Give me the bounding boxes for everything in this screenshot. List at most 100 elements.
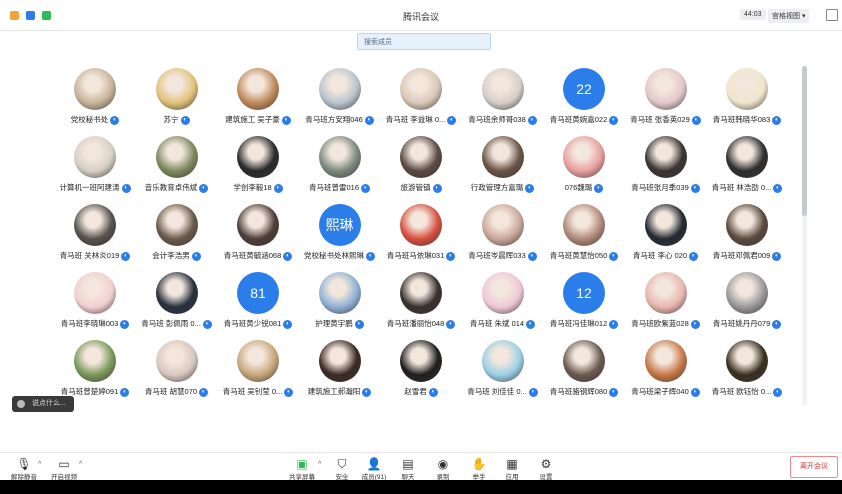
participant-name-row: 青马班 林浩劭 0... ◐ [696,182,794,194]
avatar [155,204,198,246]
participant-tile[interactable]: 青马班 李心 020 ◐ [625,202,707,270]
participant-tile[interactable]: 青马班邓佩君009 ◐ [706,202,788,270]
window-title: 腾讯会议 [402,12,439,22]
participant-tile[interactable]: 12 青马班冯佳琳012 ◐ [543,270,625,338]
participant-tile[interactable]: 旅游管镇 ◐ [380,134,462,202]
avatar [237,68,279,110]
participant-tile[interactable]: 青马班 张香英029 ◐ [625,66,707,134]
participant-name: 青马班潘丽怡048 [386,319,445,328]
participant-tile[interactable]: 学创李毅18 ◐ [217,134,299,202]
participant-name: 青马班方安翔046 [305,115,363,124]
participant-grid: 党校秘书处 ◐ 苏宁 ◐ 建筑施工 吴子豪 ◐ 青马班方安翔046 ◐ 青马班 李益琳 0...… [54,66,794,411]
fullscreen-icon[interactable] [826,9,838,21]
participant-name: 青马班 李心 020 [632,251,688,260]
participant-tile[interactable]: 076魏璐 ◐ [543,134,625,202]
participant-tile[interactable]: 青马班 刘佳佳 0... ◐ [462,338,544,406]
participant-name: 旅游管镇 [400,183,431,192]
participant-tile[interactable]: 会计李浩男 ◐ [136,202,218,270]
member-search-input[interactable]: 搜索成员 [357,33,491,50]
participant-tile[interactable]: 青马班 胡慧070 ◐ [136,338,218,406]
participant-tile[interactable]: 青马班黄毓涵068 ◐ [217,202,299,270]
participant-tile[interactable]: 青马班岑晨晖033 ◐ [462,202,544,270]
scrollbar-thumb[interactable] [802,66,807,216]
participant-tile[interactable]: 青马班张月季039 ◐ [625,134,707,202]
avatar [481,340,524,382]
participant-name: 青马班黄少锐081 [223,319,282,328]
participant-tile[interactable]: 81 青马班黄少锐081 ◐ [217,270,299,338]
participant-tile[interactable]: 22 青马班黄婉嘉022 ◐ [543,66,625,134]
participant-tile[interactable]: 苏宁 ◐ [136,66,218,134]
participant-tile[interactable]: 音乐教育卓伟斌 ◐ [136,134,218,202]
participant-tile[interactable]: 建筑施工郝瀚阳 ◐ [299,338,381,406]
participant-tile[interactable]: 熙琳 党校秘书处林熙琳 ◐ [299,202,381,270]
participant-tile[interactable]: 护理黄宇鹏 ◐ [299,270,381,338]
participant-tile[interactable]: 青马班曾雷016 ◐ [299,134,381,202]
participant-tile[interactable]: 青马班 关林炎019 ◐ [54,202,136,270]
view-mode-button[interactable]: 宫格视图 ▾ [768,9,810,23]
participant-tile[interactable]: 青马班欧紫蓝028 ◐ [625,270,707,338]
participant-name: 青马班张月季039 [631,183,689,192]
participant-tile[interactable]: 青马班 彭佩雨 0... ◐ [136,270,218,338]
participant-name: 护理黄宇鹏 [315,319,353,328]
gear-icon: ⚙ [540,457,552,471]
avatar [74,68,116,110]
avatar [644,340,687,382]
participant-tile[interactable]: 青马班韩晓华083 ◐ [706,66,788,134]
mic-muted-icon: ◐ [110,115,120,125]
participant-tile[interactable]: 党校秘书处 ◐ [54,66,136,134]
participant-tile[interactable]: 青马班 林浩劭 0... ◐ [706,134,788,202]
mic-muted-icon: ◐ [432,183,442,193]
participant-tile[interactable]: 青马班马依琳031 ◐ [380,202,462,270]
participant-name: 赵雪君 [404,387,427,396]
avatar [481,68,524,110]
participant-tile[interactable]: 青马班潘丽怡048 ◐ [380,270,462,338]
participant-tile[interactable]: 青马班姚丹丹079 ◐ [706,270,788,338]
avatar [644,204,687,246]
avatar [237,204,279,246]
participant-tile[interactable]: 青马班 欧钰怡 0... ◐ [706,338,788,406]
participant-tile[interactable]: 青马班骆钢辉080 ◐ [543,338,625,406]
participant-tile[interactable]: 青马班梁子辉040 ◐ [625,338,707,406]
leave-meeting-button[interactable]: 离开会议 [790,456,838,478]
participant-tile[interactable]: 青马班李晓琳003 ◐ [54,270,136,338]
avatar [481,136,524,178]
participant-tile[interactable]: 青马班黄慧怡050 ◐ [543,202,625,270]
participant-tile[interactable]: 赵雪君 ◐ [380,338,462,406]
avatar [74,340,116,382]
avatar [726,204,768,246]
participant-name: 青马班 吴钊莹 0... [222,387,283,396]
avatar [318,68,361,110]
avatar [726,272,768,314]
participant-tile[interactable]: 计算机一班阿建涛 ◐ [54,134,136,202]
mute-options-chevron-icon[interactable]: ^ [38,461,41,468]
participant-name: 青马班 胡慧070 [144,387,198,396]
participant-name: 青马班韩晓华083 [712,115,771,124]
avatar [563,340,605,382]
avatar [726,136,768,178]
participant-tile[interactable]: 行政管理方嘉璐 ◐ [462,134,544,202]
title-bar: 腾讯会议 44:03 宫格视图 ▾ [0,0,842,31]
avatar [318,272,361,314]
participant-name: 建筑施工郝瀚阳 [307,387,361,396]
grid-scrollbar[interactable] [802,66,807,406]
chat-popup[interactable]: 说点什么... [12,396,74,412]
participant-tile[interactable]: 青马班余师哥038 ◐ [462,66,544,134]
participant-tile[interactable]: 青马班 吴钊莹 0... ◐ [217,338,299,406]
avatar [74,204,116,246]
participant-tile[interactable]: 青马班方安翔046 ◐ [299,66,381,134]
participant-name: 青马班骆钢辉080 [549,387,608,396]
participant-tile[interactable]: 青马班 朱斌 014 ◐ [462,270,544,338]
avatar [74,272,116,314]
participant-tile[interactable]: 建筑施工 吴子豪 ◐ [217,66,299,134]
mic-muted-icon: ◐ [772,115,782,125]
participant-name: 青马班余师哥038 [468,115,526,124]
participant-name: 青马班黄婉嘉022 [549,115,608,124]
bottom-border [0,480,842,494]
avatar [74,136,116,178]
mic-muted-icon: ◐ [594,183,604,193]
settings-button[interactable]: ⚙ 设置 [524,457,568,481]
avatar [318,136,361,178]
participant-tile[interactable]: 青马班 李益琳 0... ◐ [380,66,462,134]
participant-name: 青马班 关林炎019 [59,251,120,260]
video-options-chevron-icon[interactable]: ^ [79,461,82,468]
